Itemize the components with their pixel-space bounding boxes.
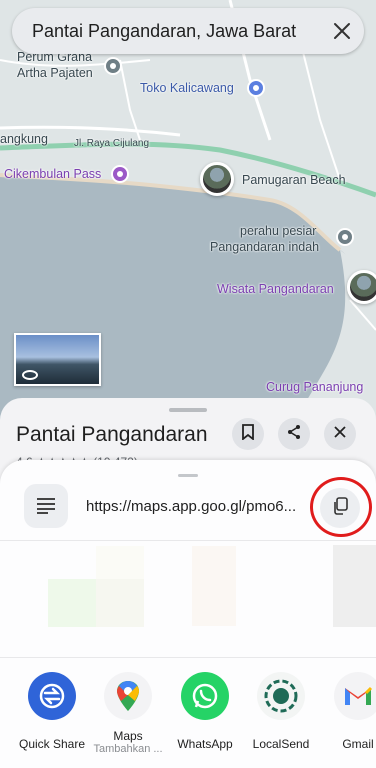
share-app-row: Quick Share Maps Tambahkan ... WhatsApp … — [0, 672, 376, 768]
share-drag-handle[interactable] — [178, 474, 198, 477]
photo-pin-wisata[interactable] — [347, 270, 376, 304]
share-app-whatsapp[interactable]: WhatsApp — [167, 672, 243, 751]
quick-share-icon — [28, 672, 76, 720]
copy-highlight-circle — [310, 477, 372, 537]
map-pin-cikembulan[interactable] — [111, 165, 129, 183]
share-app-label: LocalSend — [252, 737, 310, 751]
photo-pin-pamugaran[interactable] — [200, 162, 234, 196]
street-view-thumbnail[interactable] — [14, 333, 101, 386]
map-label-perahu-2: Pangandaran indah — [210, 240, 320, 254]
map-view[interactable]: Perum Grana Artha Pajaten Toko Kalicawan… — [0, 0, 376, 430]
save-button[interactable] — [232, 418, 264, 450]
share-preview — [0, 540, 376, 658]
text-lines-icon — [24, 484, 68, 528]
share-app-maps[interactable]: Maps Tambahkan ... — [90, 672, 166, 755]
map-label-artha: Artha Pajaten — [17, 66, 93, 80]
share-app-label: Gmail — [342, 737, 374, 751]
close-icon — [334, 425, 346, 443]
gmail-icon — [334, 672, 376, 720]
search-bar[interactable]: Pantai Pangandaran, Jawa Barat — [12, 8, 364, 54]
share-app-sublabel: Tambahkan ... — [93, 743, 163, 755]
maps-icon — [104, 672, 152, 720]
localsend-icon — [257, 672, 305, 720]
preview-block — [96, 579, 144, 627]
map-label-pamugaran: Pamugaran Beach — [242, 173, 346, 187]
bookmark-icon — [241, 423, 255, 445]
map-label-jalan: Jl. Raya Cijulang — [74, 138, 150, 149]
share-app-label: Maps — [113, 729, 143, 743]
share-link-text: https://maps.app.goo.gl/pmo6... — [86, 498, 297, 515]
share-app-localsend[interactable]: LocalSend — [243, 672, 319, 751]
drag-handle[interactable] — [169, 408, 207, 412]
map-pin-perahu[interactable] — [336, 228, 354, 246]
map-label-curug: Curug Pananjung — [266, 380, 364, 394]
share-app-label: WhatsApp — [177, 737, 233, 751]
preview-block — [48, 579, 96, 627]
share-app-quick-share[interactable]: Quick Share — [14, 672, 90, 751]
map-label-perahu-1: perahu pesiar — [240, 224, 317, 238]
share-app-gmail[interactable]: Gmail — [320, 672, 376, 751]
share-sheet: https://maps.app.goo.gl/pmo6... Quick Sh… — [0, 460, 376, 768]
map-pin-artha[interactable] — [104, 57, 122, 75]
map-label-toko: Toko Kalicawang — [140, 81, 234, 95]
place-title: Pantai Pangandaran — [16, 423, 208, 446]
close-icon[interactable] — [320, 9, 364, 53]
map-pin-toko[interactable] — [247, 79, 265, 97]
share-icon — [286, 424, 302, 445]
map-label-angkung: angkung — [0, 132, 48, 146]
whatsapp-icon — [181, 672, 229, 720]
share-app-label: Quick Share — [18, 737, 86, 751]
street-view-icon — [22, 370, 38, 380]
preview-block — [96, 546, 144, 579]
search-query: Pantai Pangandaran, Jawa Barat — [32, 20, 297, 41]
preview-block — [192, 546, 236, 626]
close-place-button[interactable] — [324, 418, 356, 450]
map-label-wisata: Wisata Pangandaran — [217, 282, 334, 296]
preview-block — [333, 545, 376, 627]
map-label-cikembulan: Cikembulan Pass — [4, 167, 102, 181]
share-button[interactable] — [278, 418, 310, 450]
